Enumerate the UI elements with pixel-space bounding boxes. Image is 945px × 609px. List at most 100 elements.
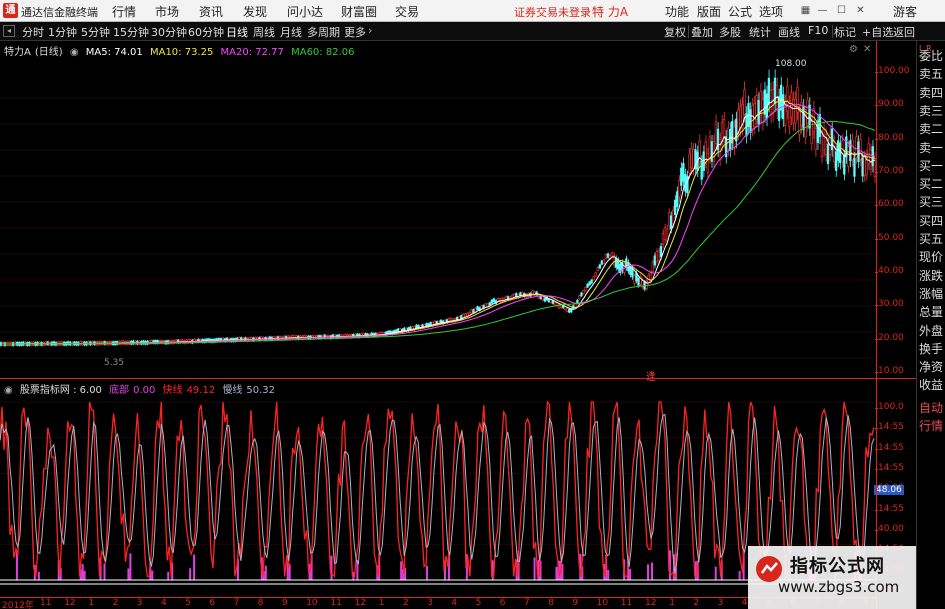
toolbar-draw[interactable]: 画线: [778, 24, 800, 40]
toolbar-add-watch[interactable]: +自选: [862, 24, 893, 40]
menu-item-market[interactable]: 行情: [112, 3, 136, 20]
period-tab-monthly[interactable]: 月线: [280, 24, 302, 40]
toolbar-back[interactable]: 返回: [893, 24, 915, 40]
period-tab-multi[interactable]: 多周期: [307, 24, 340, 40]
sidebar-item[interactable]: 买三: [919, 195, 943, 209]
menu-item-options[interactable]: 选项: [759, 3, 783, 20]
toolbar-multi-stock[interactable]: 多股: [719, 24, 741, 40]
sidebar-item[interactable]: 买五: [919, 232, 943, 246]
period-tab-15min[interactable]: 15分钟: [113, 24, 149, 40]
bottom-signal-bar: [189, 568, 192, 580]
sidebar-item[interactable]: 卖二: [919, 122, 943, 136]
menu-item-news[interactable]: 资讯: [199, 3, 223, 20]
menu-item-function[interactable]: 功能: [665, 3, 689, 20]
sidebar-item[interactable]: 买一: [919, 159, 943, 173]
sub-indicator-chart[interactable]: [0, 394, 876, 597]
candle: [763, 89, 766, 115]
more-chevron-icon[interactable]: ›: [368, 24, 372, 37]
sidebar-item[interactable]: 换手: [919, 342, 943, 356]
candle: [832, 141, 836, 162]
event-marker[interactable]: 逢: [646, 368, 656, 383]
sidebar-item[interactable]: 涨幅: [919, 287, 943, 301]
grid-icon[interactable]: ▦: [800, 5, 811, 16]
guest-label[interactable]: 游客: [893, 3, 917, 20]
menu-item-wealth[interactable]: 财富圈: [341, 3, 377, 20]
candle: [531, 290, 534, 295]
period-tab-daily[interactable]: 日线: [226, 24, 248, 40]
maximize-icon[interactable]: ☐: [836, 5, 847, 16]
period-tab-5min[interactable]: 5分钟: [81, 24, 110, 40]
sidebar-item[interactable]: 收益: [919, 378, 943, 392]
period-label: (日线): [34, 47, 63, 58]
sidebar-item[interactable]: 卖一: [919, 141, 943, 155]
slow-line: [0, 413, 875, 574]
candle: [492, 298, 496, 303]
menu-item-market2[interactable]: 市场: [155, 3, 179, 20]
sidebar-item[interactable]: 行情: [919, 419, 943, 433]
sidebar-item[interactable]: 外盘: [919, 324, 943, 338]
ma5-label: MA5: 74.01: [85, 47, 143, 58]
toolbar-stats[interactable]: 统计: [749, 24, 771, 40]
toolbar-overlay[interactable]: 叠加: [691, 24, 713, 40]
candle: [541, 296, 544, 301]
period-tab-weekly[interactable]: 周线: [253, 24, 275, 40]
gear-icon[interactable]: ⚙: [849, 44, 858, 55]
candle: [674, 199, 677, 215]
toolbar-restore-rights[interactable]: 复权: [664, 24, 686, 40]
sidebar-item[interactable]: 自动: [919, 401, 943, 415]
toolbar-mark[interactable]: 标记: [834, 24, 856, 40]
timeline-label: 2: [403, 598, 409, 608]
menu-item-ask[interactable]: 问小达: [287, 3, 323, 20]
menu-item-formula[interactable]: 公式: [728, 3, 752, 20]
sidebar-item[interactable]: 卖三: [919, 104, 943, 118]
period-tab-60min[interactable]: 60分钟: [188, 24, 224, 40]
close-icon[interactable]: ✕: [855, 5, 866, 16]
timeline-label: 8: [257, 598, 264, 608]
nav-left-icon[interactable]: ◂: [3, 25, 15, 37]
main-kline-chart[interactable]: [0, 58, 876, 378]
ma20-line: [0, 103, 876, 345]
menu-item-layout[interactable]: 版面: [697, 3, 721, 20]
close-icon[interactable]: ✕: [863, 44, 871, 55]
period-tab-30min[interactable]: 30分钟: [151, 24, 187, 40]
candle: [820, 135, 824, 157]
candle: [472, 309, 475, 313]
bottom-signal-bar: [426, 565, 429, 580]
sidebar-item[interactable]: 买四: [919, 214, 943, 228]
axis-tick-label: 90.00: [875, 99, 904, 110]
timeline-label: 8: [548, 598, 554, 608]
sidebar-item[interactable]: 现价: [919, 250, 943, 264]
candle: [515, 293, 518, 297]
sidebar-item[interactable]: 委比: [919, 49, 943, 63]
candle: [669, 215, 673, 230]
axis-tick-label: 50.00: [875, 232, 904, 243]
sidebar-item[interactable]: 总量: [919, 305, 943, 319]
login-notice[interactable]: 证券交易未登录: [514, 4, 591, 20]
timeline-label: 6: [499, 598, 506, 608]
menu-item-discover[interactable]: 发现: [243, 3, 267, 20]
axis-tick-label: 70.00: [875, 166, 904, 176]
high-price-label: 108.00: [775, 59, 807, 69]
sidebar-item[interactable]: 涨跌: [919, 269, 943, 283]
toolbar-f10[interactable]: F10: [808, 24, 828, 37]
candle: [869, 149, 872, 170]
candle: [592, 276, 595, 281]
candle: [847, 146, 850, 167]
timeline-label: 2012年: [2, 601, 34, 609]
sidebar-item[interactable]: 买二: [919, 177, 943, 191]
bottom-signal-bar: [37, 571, 40, 580]
candle: [582, 290, 585, 294]
menu-item-trade[interactable]: 交易: [395, 3, 419, 20]
tdx-logo-icon: 通: [3, 3, 18, 18]
period-tab-1min[interactable]: 1分钟: [48, 24, 77, 40]
minimize-icon[interactable]: —: [817, 5, 828, 16]
period-tab-tick[interactable]: 分时: [22, 24, 44, 40]
sidebar-item[interactable]: 卖四: [919, 86, 943, 100]
candle: [602, 259, 606, 264]
period-tab-more[interactable]: 更多: [344, 24, 366, 40]
sidebar-item[interactable]: 净资: [919, 360, 943, 374]
candle: [688, 153, 691, 174]
sidebar-item[interactable]: 卖五: [919, 67, 943, 81]
settings-dot-icon[interactable]: ◉: [70, 47, 79, 58]
axis-tick-label: 14:55: [875, 463, 904, 473]
